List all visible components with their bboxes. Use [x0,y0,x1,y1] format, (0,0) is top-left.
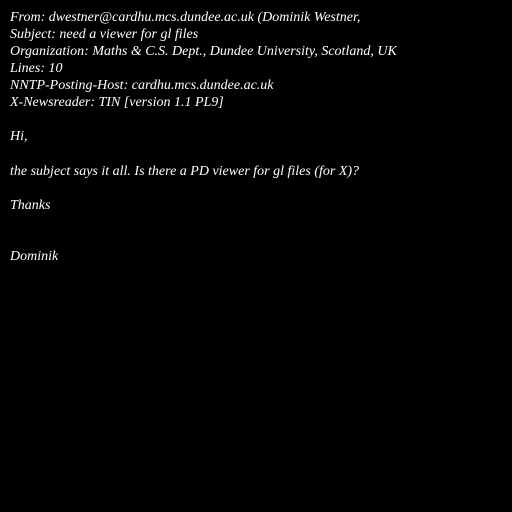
question-text: the subject says it all. Is there a PD v… [10,164,360,179]
newsreader-header: X-Newsreader: TIN [version 1.1 PL9] [10,95,224,110]
email-page: From: dwestner@cardhu.mcs.dundee.ac.uk (… [0,0,512,512]
lines-header: Lines: 10 [10,61,63,76]
greeting-text: Hi, [10,129,28,144]
from-header: From: dwestner@cardhu.mcs.dundee.ac.uk (… [10,10,361,25]
thanks-text: Thanks [10,198,51,213]
nntp-host-header: NNTP-Posting-Host: cardhu.mcs.dundee.ac.… [10,78,274,93]
signature-text: Dominik [10,249,59,264]
organization-header: Organization: Maths & C.S. Dept., Dundee… [10,44,397,59]
email-headers: From: dwestner@cardhu.mcs.dundee.ac.uk (… [10,9,397,111]
subject-header: Subject: need a viewer for gl files [10,27,199,42]
